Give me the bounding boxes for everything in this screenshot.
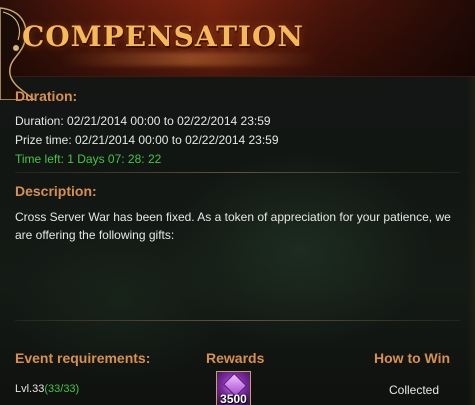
- header-banner: Compensation: [0, 0, 475, 100]
- table-divider: [15, 320, 460, 321]
- page-title: Compensation: [22, 20, 304, 53]
- requirements-column-header: Event requirements:: [15, 350, 151, 366]
- section-divider: [15, 172, 460, 173]
- win-status: Collected: [389, 383, 440, 397]
- requirement-level: Lvl.33: [15, 383, 45, 395]
- duration-heading: Duration:: [15, 88, 78, 104]
- duration-line: Duration: 02/21/2014 00:00 to 02/22/2014…: [15, 114, 271, 128]
- how-to-win-column-header: How to Win: [374, 350, 451, 366]
- description-heading: Description:: [15, 183, 97, 199]
- compensation-panel: Compensation Duration: Duration: 02/21/2…: [0, 0, 475, 405]
- requirement-cell: Lvl.33(33/33): [15, 383, 79, 395]
- header-glow: [60, 52, 320, 66]
- description-text: Cross Server War has been fixed. As a to…: [15, 210, 451, 242]
- prize-time-line: Prize time: 02/21/2014 00:00 to 02/22/20…: [15, 133, 279, 147]
- reward-quantity: 3500: [220, 392, 247, 405]
- time-left-line: Time left: 1 Days 07: 28: 22: [15, 152, 162, 166]
- requirement-progress: (33/33): [44, 383, 80, 395]
- rewards-column-header: Rewards: [206, 350, 265, 366]
- reward-item[interactable]: 3500: [216, 371, 251, 405]
- panel-edge: [467, 76, 475, 405]
